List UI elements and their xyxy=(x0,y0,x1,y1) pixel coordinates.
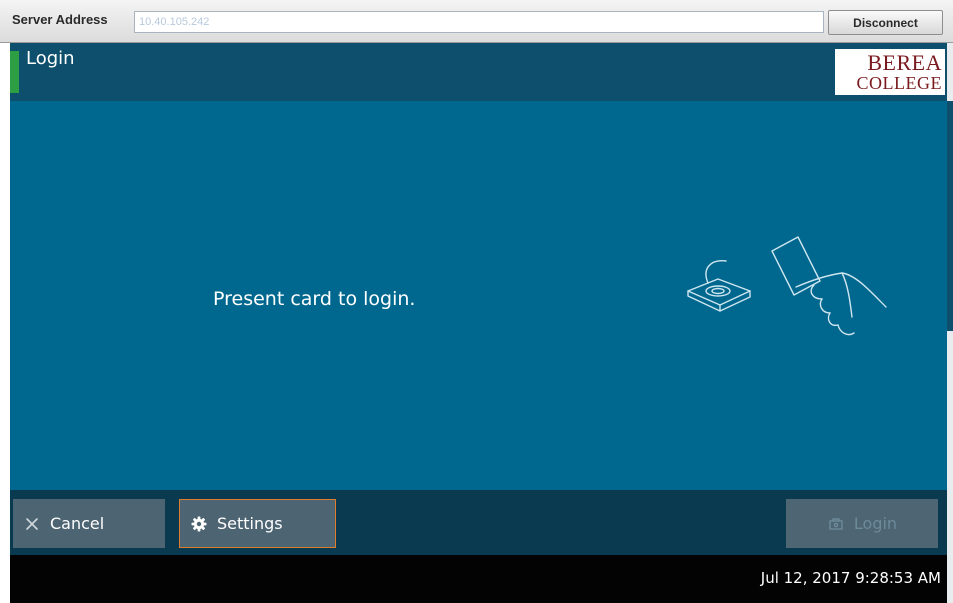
window-edge-accent xyxy=(947,101,953,331)
disconnect-button[interactable]: Disconnect xyxy=(828,10,943,35)
login-prompt: Present card to login. xyxy=(213,288,416,310)
server-address-label: Server Address xyxy=(12,12,108,27)
logo-text-line1: BEREA xyxy=(867,50,942,75)
button-bar: Cancel Settings Login xyxy=(10,490,947,555)
login-icon xyxy=(829,517,843,530)
login-button-label: Login xyxy=(853,514,898,533)
title-accent-bar xyxy=(10,51,19,93)
title-bar: Login BEREA COLLEGE xyxy=(10,43,947,101)
cancel-button-label: Cancel xyxy=(50,514,105,533)
login-panel: Present card to login. xyxy=(10,101,947,490)
logo-text-line2: COLLEGE xyxy=(856,73,942,93)
date-time-display: Jul 12, 2017 9:28:53 AM xyxy=(760,569,941,587)
gear-icon xyxy=(191,516,207,531)
server-address-bar: Server Address Disconnect xyxy=(0,0,953,43)
page-title: Login xyxy=(26,48,75,69)
login-button[interactable]: Login xyxy=(786,499,938,548)
settings-button[interactable]: Settings xyxy=(179,499,336,548)
settings-button-label: Settings xyxy=(217,514,283,533)
server-address-input[interactable] xyxy=(134,11,824,33)
cancel-button[interactable]: Cancel xyxy=(13,499,165,548)
status-bar: Jul 12, 2017 9:28:53 AM xyxy=(10,555,947,603)
card-reader-icon xyxy=(687,236,887,336)
berea-college-logo: BEREA COLLEGE xyxy=(835,49,945,95)
close-icon xyxy=(26,517,38,530)
